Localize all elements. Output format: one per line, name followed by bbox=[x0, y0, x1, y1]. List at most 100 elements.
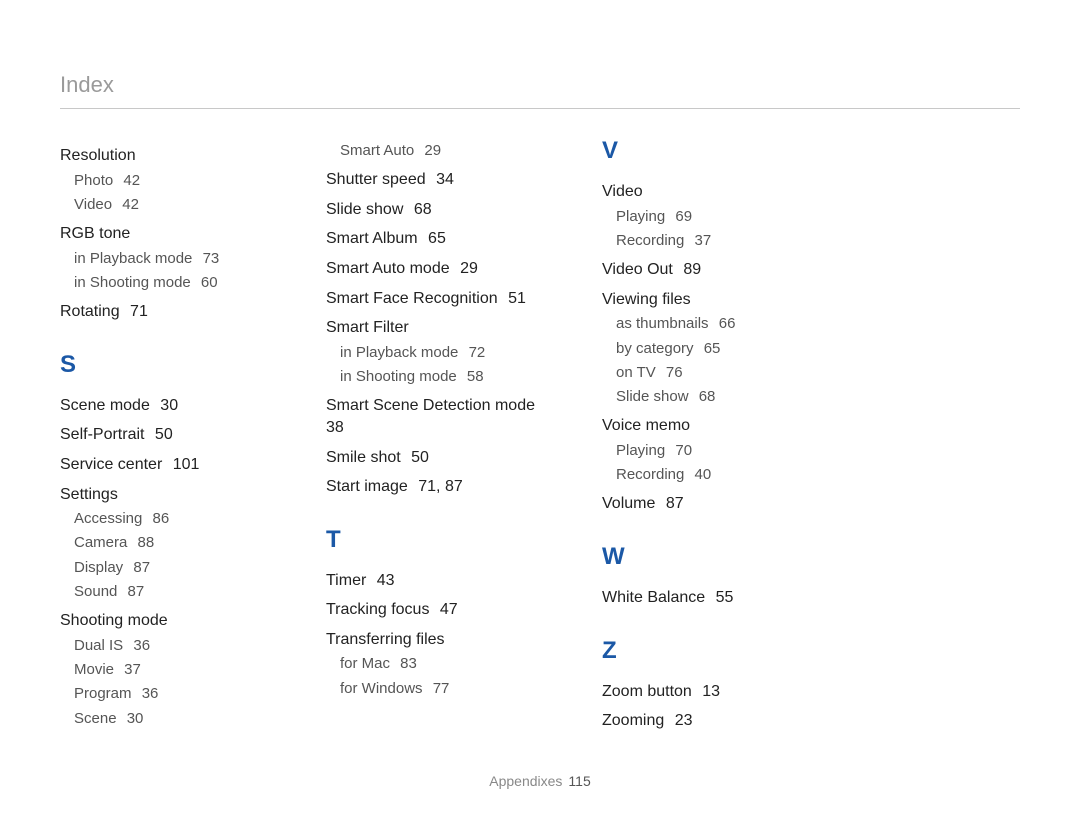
index-entry-page: 51 bbox=[504, 290, 526, 307]
index-entry-label: Scene mode bbox=[60, 397, 150, 414]
index-entry: Transferring files bbox=[326, 629, 546, 651]
index-entry-page: 89 bbox=[679, 261, 701, 278]
index-subentry-label: in Playback mode bbox=[74, 250, 192, 267]
index-entry-label: Smart Scene Detection mode bbox=[326, 397, 535, 414]
page-title: Index bbox=[60, 72, 1020, 109]
index-entry: Timer 43 bbox=[326, 570, 546, 592]
index-letter: T bbox=[326, 526, 546, 554]
index-subentry: Smart Auto 29 bbox=[340, 141, 546, 161]
index-subentry: Playing 70 bbox=[616, 441, 822, 461]
index-subentry: as thumbnails 66 bbox=[616, 314, 822, 334]
index-entry: Viewing files bbox=[602, 289, 822, 311]
index-entry-label: Shooting mode bbox=[60, 612, 168, 629]
index-subentry: Recording 37 bbox=[616, 231, 822, 251]
index-subentry-label: Photo bbox=[74, 172, 113, 189]
index-entry-page: 71 bbox=[126, 303, 148, 320]
footer-label: Appendixes bbox=[489, 773, 562, 789]
index-entry: Scene mode 30 bbox=[60, 395, 270, 417]
index-subentry-label: Playing bbox=[616, 442, 665, 459]
index-subentry-page: 87 bbox=[123, 583, 144, 600]
index-entry-label: Zoom button bbox=[602, 683, 692, 700]
index-subentry-page: 40 bbox=[690, 466, 711, 483]
index-entry-label: Volume bbox=[602, 495, 655, 512]
index-subentry-page: 72 bbox=[464, 344, 485, 361]
index-entry: Slide show 68 bbox=[326, 199, 546, 221]
index-entry: Voice memo bbox=[602, 415, 822, 437]
index-subentry-page: 87 bbox=[129, 559, 150, 576]
index-column-2: Smart Auto 29Shutter speed 34Slide show … bbox=[326, 137, 546, 736]
index-subentry-label: Display bbox=[74, 559, 123, 576]
index-subentry-page: 29 bbox=[420, 142, 441, 159]
index-column-1: ResolutionPhoto 42Video 42RGB tonein Pla… bbox=[60, 137, 270, 736]
index-entry-label: Voice memo bbox=[602, 417, 690, 434]
index-entry-page: 55 bbox=[711, 589, 733, 606]
index-entry-page: 71, 87 bbox=[414, 478, 463, 495]
index-subentry: for Mac 83 bbox=[340, 654, 546, 674]
index-subentry-page: 58 bbox=[463, 368, 484, 385]
index-subentry-page: 30 bbox=[123, 710, 144, 727]
index-entry-label: Smart Filter bbox=[326, 319, 409, 336]
index-subentry-page: 70 bbox=[671, 442, 692, 459]
index-entry-label: Resolution bbox=[60, 147, 136, 164]
index-entry-page: 30 bbox=[156, 397, 178, 414]
index-entry: Rotating 71 bbox=[60, 301, 270, 323]
index-entry-label: Start image bbox=[326, 478, 408, 495]
index-entry-label: Tracking focus bbox=[326, 601, 429, 618]
index-entry-page: 34 bbox=[432, 171, 454, 188]
index-page: Index ResolutionPhoto 42Video 42RGB tone… bbox=[0, 0, 1080, 815]
index-entry: Zooming 23 bbox=[602, 710, 822, 732]
index-subentry: Recording 40 bbox=[616, 465, 822, 485]
index-entry: Tracking focus 47 bbox=[326, 599, 546, 621]
index-entry-page: 13 bbox=[698, 683, 720, 700]
index-entry-label: Smart Album bbox=[326, 230, 418, 247]
index-entry: Volume 87 bbox=[602, 493, 822, 515]
index-entry-label: Video bbox=[602, 183, 643, 200]
index-entry-label: Slide show bbox=[326, 201, 403, 218]
index-entry: Smart Face Recognition 51 bbox=[326, 288, 546, 310]
index-subentry: on TV 76 bbox=[616, 363, 822, 383]
index-subentry: in Playback mode 73 bbox=[74, 249, 270, 269]
index-subentry-page: 86 bbox=[148, 510, 169, 527]
index-entry: Settings bbox=[60, 484, 270, 506]
index-subentry-page: 88 bbox=[133, 534, 154, 551]
index-entry-page: 101 bbox=[168, 456, 199, 473]
index-entry: White Balance 55 bbox=[602, 587, 822, 609]
index-subentry-page: 37 bbox=[120, 661, 141, 678]
index-subentry: Dual IS 36 bbox=[74, 636, 270, 656]
index-entry-label: Smile shot bbox=[326, 449, 401, 466]
index-entry: RGB tone bbox=[60, 223, 270, 245]
index-subentry-page: 42 bbox=[118, 196, 139, 213]
index-subentry: Photo 42 bbox=[74, 171, 270, 191]
index-subentry-label: Dual IS bbox=[74, 637, 123, 654]
index-subentry: Camera 88 bbox=[74, 533, 270, 553]
index-entry: Service center 101 bbox=[60, 454, 270, 476]
index-subentry: Video 42 bbox=[74, 195, 270, 215]
index-subentry: Scene 30 bbox=[74, 709, 270, 729]
index-subentry-label: Recording bbox=[616, 232, 684, 249]
page-footer: Appendixes115 bbox=[0, 773, 1080, 789]
index-entry-page: 65 bbox=[424, 230, 446, 247]
index-subentry-label: Recording bbox=[616, 466, 684, 483]
index-subentry-label: Scene bbox=[74, 710, 117, 727]
index-entry-page: 23 bbox=[670, 712, 692, 729]
index-subentry-label: Movie bbox=[74, 661, 114, 678]
index-subentry-label: as thumbnails bbox=[616, 315, 709, 332]
index-subentry-label: Sound bbox=[74, 583, 117, 600]
index-entry-label: RGB tone bbox=[60, 225, 130, 242]
index-entry-page: 38 bbox=[326, 419, 344, 436]
index-subentry: in Shooting mode 60 bbox=[74, 273, 270, 293]
index-subentry-page: 42 bbox=[119, 172, 140, 189]
index-subentry-label: Accessing bbox=[74, 510, 142, 527]
index-entry: Zoom button 13 bbox=[602, 681, 822, 703]
index-subentry: Slide show 68 bbox=[616, 387, 822, 407]
index-letter: Z bbox=[602, 637, 822, 665]
index-subentry-label: by category bbox=[616, 340, 694, 357]
index-entry-label: White Balance bbox=[602, 589, 705, 606]
index-subentry-page: 36 bbox=[138, 685, 159, 702]
index-subentry-page: 66 bbox=[715, 315, 736, 332]
index-subentry-page: 60 bbox=[197, 274, 218, 291]
index-subentry-page: 83 bbox=[396, 655, 417, 672]
index-entry-page: 47 bbox=[435, 601, 457, 618]
index-entry: Video Out 89 bbox=[602, 259, 822, 281]
index-subentry-label: Video bbox=[74, 196, 112, 213]
